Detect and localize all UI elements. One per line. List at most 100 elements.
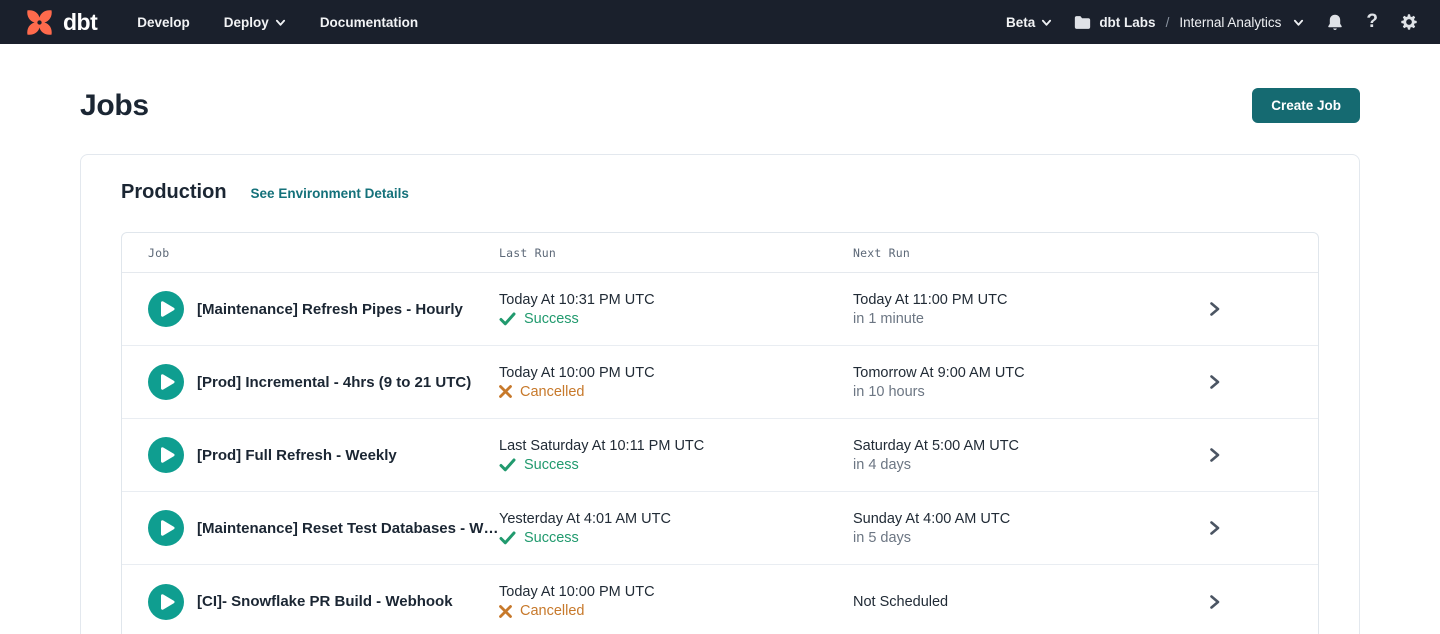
status-label: Success	[524, 530, 579, 546]
beta-dropdown[interactable]: Beta	[1006, 15, 1052, 30]
nav-item-documentation[interactable]: Documentation	[320, 15, 418, 30]
chevron-right-icon[interactable]	[1207, 374, 1222, 390]
chevron-down-icon	[1041, 17, 1052, 28]
status-label: Success	[524, 457, 579, 473]
chevron-right-icon[interactable]	[1207, 520, 1222, 536]
job-name: [Maintenance] Reset Test Databases - W…	[197, 520, 498, 537]
row-actions-cell	[1173, 301, 1318, 317]
navbar-right: Beta dbt Labs / Internal Analytics ?	[1006, 11, 1418, 33]
row-actions-cell	[1173, 594, 1318, 610]
next-run-cell: Not Scheduled	[853, 594, 1173, 610]
success-check-icon	[499, 531, 516, 545]
status-label: Cancelled	[520, 603, 585, 619]
environment-card: Production See Environment Details Job L…	[80, 154, 1360, 634]
account-name: dbt Labs	[1099, 15, 1155, 30]
job-row[interactable]: [Maintenance] Refresh Pipes - Hourly Tod…	[122, 273, 1318, 346]
job-name: [Maintenance] Refresh Pipes - Hourly	[197, 301, 463, 318]
status-label: Cancelled	[520, 384, 585, 400]
job-cell: [Maintenance] Refresh Pipes - Hourly	[122, 291, 499, 327]
next-run-cell: Tomorrow At 9:00 AM UTC in 10 hours	[853, 365, 1173, 400]
run-job-play-button[interactable]	[148, 364, 184, 400]
column-header-job: Job	[122, 246, 499, 260]
top-navbar: dbt Develop Deploy Documentation Beta	[0, 0, 1440, 44]
breadcrumb-separator: /	[1166, 15, 1170, 30]
settings-gear-icon[interactable]	[1400, 13, 1418, 31]
next-run-time: Tomorrow At 9:00 AM UTC	[853, 365, 1173, 381]
next-run-relative: in 4 days	[853, 457, 1173, 473]
next-run-cell: Saturday At 5:00 AM UTC in 4 days	[853, 438, 1173, 473]
job-name: [CI]- Snowflake PR Build - Webhook	[197, 593, 453, 610]
page-header: Jobs Create Job	[0, 44, 1440, 123]
job-cell: [Prod] Full Refresh - Weekly	[122, 437, 499, 473]
chevron-down-icon	[275, 17, 286, 28]
next-run-relative: in 1 minute	[853, 311, 1173, 327]
account-project-breadcrumb[interactable]: dbt Labs / Internal Analytics	[1074, 15, 1304, 30]
see-environment-details-link[interactable]: See Environment Details	[251, 186, 409, 201]
job-cell: [CI]- Snowflake PR Build - Webhook	[122, 584, 499, 620]
jobs-table: Job Last Run Next Run [Maintenance] Refr…	[121, 232, 1319, 634]
create-job-button[interactable]: Create Job	[1252, 88, 1360, 123]
nav-item-deploy[interactable]: Deploy	[224, 15, 286, 30]
last-run-cell: Last Saturday At 10:11 PM UTC Success	[499, 438, 853, 473]
job-row[interactable]: [CI]- Snowflake PR Build - Webhook Today…	[122, 565, 1318, 634]
folder-icon	[1074, 15, 1091, 30]
project-name: Internal Analytics	[1179, 15, 1281, 30]
last-run-time: Today At 10:31 PM UTC	[499, 292, 853, 308]
run-job-play-button[interactable]	[148, 584, 184, 620]
job-cell: [Maintenance] Reset Test Databases - W…	[122, 510, 499, 546]
chevron-right-icon[interactable]	[1207, 301, 1222, 317]
next-run-time: Today At 11:00 PM UTC	[853, 292, 1173, 308]
job-name: [Prod] Incremental - 4hrs (9 to 21 UTC)	[197, 374, 471, 391]
success-check-icon	[499, 312, 516, 326]
last-run-status: Cancelled	[499, 603, 853, 619]
dbt-logo[interactable]: dbt	[24, 7, 105, 38]
run-job-play-button[interactable]	[148, 437, 184, 473]
nav-item-develop[interactable]: Develop	[137, 15, 190, 30]
dbt-logo-icon	[24, 7, 55, 38]
cancelled-x-icon	[499, 605, 512, 618]
next-run-cell: Sunday At 4:00 AM UTC in 5 days	[853, 511, 1173, 546]
job-row[interactable]: [Maintenance] Reset Test Databases - W… …	[122, 492, 1318, 565]
next-run-relative: in 10 hours	[853, 384, 1173, 400]
notifications-bell-icon[interactable]	[1326, 13, 1344, 32]
column-header-last-run: Last Run	[499, 246, 853, 260]
last-run-time: Today At 10:00 PM UTC	[499, 365, 853, 381]
cancelled-x-icon	[499, 385, 512, 398]
next-run-cell: Today At 11:00 PM UTC in 1 minute	[853, 292, 1173, 327]
job-name: [Prod] Full Refresh - Weekly	[197, 447, 397, 464]
run-job-play-button[interactable]	[148, 291, 184, 327]
next-run-time: Saturday At 5:00 AM UTC	[853, 438, 1173, 454]
success-check-icon	[499, 458, 516, 472]
row-actions-cell	[1173, 520, 1318, 536]
jobs-table-body: [Maintenance] Refresh Pipes - Hourly Tod…	[122, 273, 1318, 634]
last-run-cell: Today At 10:00 PM UTC Cancelled	[499, 584, 853, 619]
job-cell: [Prod] Incremental - 4hrs (9 to 21 UTC)	[122, 364, 499, 400]
column-header-next-run: Next Run	[853, 246, 1173, 260]
job-row[interactable]: [Prod] Incremental - 4hrs (9 to 21 UTC) …	[122, 346, 1318, 419]
last-run-time: Yesterday At 4:01 AM UTC	[499, 511, 853, 527]
dbt-logo-text: dbt	[63, 9, 97, 36]
last-run-status: Cancelled	[499, 384, 853, 400]
chevron-down-icon	[1293, 17, 1304, 28]
job-row[interactable]: [Prod] Full Refresh - Weekly Last Saturd…	[122, 419, 1318, 492]
help-icon[interactable]: ?	[1366, 11, 1378, 33]
status-label: Success	[524, 311, 579, 327]
environment-header: Production See Environment Details	[121, 181, 1319, 204]
last-run-time: Last Saturday At 10:11 PM UTC	[499, 438, 853, 454]
chevron-right-icon[interactable]	[1207, 447, 1222, 463]
row-actions-cell	[1173, 447, 1318, 463]
run-job-play-button[interactable]	[148, 510, 184, 546]
last-run-status: Success	[499, 457, 853, 473]
environment-name: Production	[121, 181, 227, 204]
next-run-time: Sunday At 4:00 AM UTC	[853, 511, 1173, 527]
page-title: Jobs	[80, 89, 149, 123]
last-run-cell: Today At 10:31 PM UTC Success	[499, 292, 853, 327]
row-actions-cell	[1173, 374, 1318, 390]
next-run-relative: in 5 days	[853, 530, 1173, 546]
chevron-right-icon[interactable]	[1207, 594, 1222, 610]
jobs-table-header: Job Last Run Next Run	[122, 233, 1318, 273]
last-run-cell: Yesterday At 4:01 AM UTC Success	[499, 511, 853, 546]
primary-nav: Develop Deploy Documentation	[137, 15, 418, 30]
last-run-time: Today At 10:00 PM UTC	[499, 584, 853, 600]
next-run-time: Not Scheduled	[853, 594, 1173, 610]
